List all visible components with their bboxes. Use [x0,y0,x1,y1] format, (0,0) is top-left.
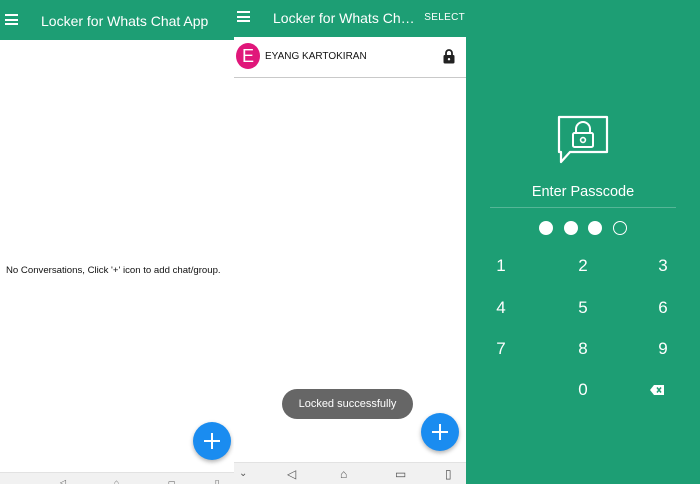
middle-screen: Locker for Whats Chat App SELECT E EYANG… [234,0,466,484]
passcode-screen: Enter Passcode 1 2 3 4 5 6 7 8 9 0 [466,0,700,484]
app-bar: Locker for Whats Chat App SELECT [234,0,466,37]
bookmark-nav-icon[interactable]: ▯ [445,468,452,480]
back-nav-icon[interactable]: ◁ [287,468,296,480]
left-screen: Locker for Whats Chat App No Conversatio… [0,0,234,484]
chat-list-item[interactable]: E EYANG KARTOKIRAN [234,38,466,78]
select-button[interactable]: SELECT [424,12,465,23]
home-nav-icon[interactable]: ⌂ [114,477,119,484]
home-nav-icon[interactable]: ⌂ [340,468,347,480]
add-chat-button[interactable] [193,422,231,460]
empty-state-message: No Conversations, Click '+' icon to add … [6,265,221,276]
menu-icon[interactable] [5,14,18,25]
keypad-key-5[interactable]: 5 [563,291,603,325]
recents-nav-icon[interactable]: ▭ [168,477,176,484]
divider [490,207,676,208]
keypad-key-7[interactable]: 7 [481,332,521,366]
keypad-key-9[interactable]: 9 [643,332,683,366]
keypad-key-2[interactable]: 2 [563,249,603,283]
passcode-dot-filled [588,221,602,235]
backspace-icon [650,385,664,395]
menu-icon[interactable] [237,11,250,22]
chat-lock-icon [557,115,609,164]
keypad-key-8[interactable]: 8 [563,332,603,366]
app-title: Locker for Whats Chat App [41,13,209,29]
system-nav-bar: ⌄ ◁ ⌂ ▭ ▯ [234,462,466,484]
keypad-key-4[interactable]: 4 [481,291,521,325]
passcode-prompt: Enter Passcode [531,184,635,200]
passcode-dot-filled [539,221,553,235]
keypad-key-0[interactable]: 0 [563,373,603,407]
avatar: E [236,43,260,69]
keypad-key-1[interactable]: 1 [481,249,521,283]
add-chat-button[interactable] [421,413,459,451]
chat-name: EYANG KARTOKIRAN [265,51,367,62]
keypad-key-3[interactable]: 3 [643,249,683,283]
recents-nav-icon[interactable]: ▭ [395,468,406,480]
backspace-button[interactable] [637,373,677,407]
app-title: Locker for Whats Chat App [273,10,421,26]
passcode-dot-filled [563,221,578,235]
app-bar: Locker for Whats Chat App [0,0,234,40]
passcode-dot-empty [612,221,627,235]
collapse-nav-icon[interactable]: ⌄ [239,468,247,480]
keypad-key-6[interactable]: 6 [643,291,683,325]
system-nav-bar: ◁ ⌂ ▭ ▯ [0,472,234,484]
back-nav-icon[interactable]: ◁ [60,477,66,484]
lock-icon [443,49,455,64]
bookmark-nav-icon[interactable]: ▯ [215,477,219,484]
toast-message: Locked successfully [282,389,413,419]
